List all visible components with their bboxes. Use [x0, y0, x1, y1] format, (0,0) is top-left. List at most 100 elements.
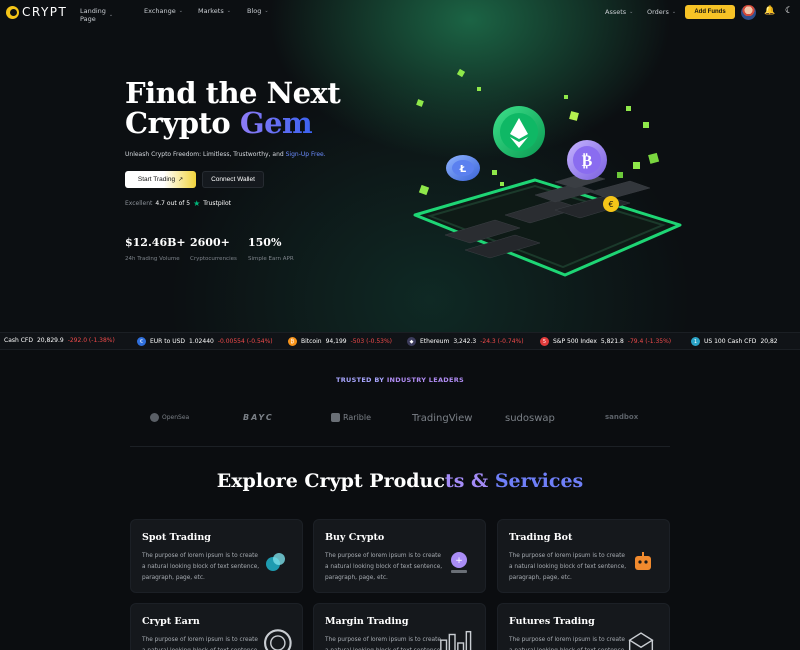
ticker-name: US 100 Cash CFD	[704, 338, 757, 345]
orders-label: Orders	[647, 8, 669, 16]
menu-exchange[interactable]: Exchange ⌄	[144, 7, 183, 15]
ticker-change: -0.00554 (-0.54%)	[217, 338, 273, 345]
menu-markets[interactable]: Markets ⌄	[198, 7, 231, 15]
product-card-futures-trading[interactable]: Futures Trading The purpose of lorem ips…	[497, 603, 670, 650]
brand-logo[interactable]: CRYPT	[6, 5, 67, 19]
trading-bot-icon	[635, 552, 651, 570]
stat-apr: 150% Simple Earn APR	[248, 236, 294, 262]
svg-text:Ł: Ł	[459, 164, 467, 175]
menu-label: Landing Page	[80, 7, 106, 23]
card-title: Spot Trading	[142, 532, 211, 543]
buy-crypto-icon: +	[451, 552, 467, 573]
explore-accent2: Services	[494, 470, 584, 492]
assets-menu[interactable]: Assets ⌄	[605, 8, 633, 16]
stat-value: 150%	[248, 236, 282, 249]
stat-label: Cryptocurrencies	[190, 256, 237, 262]
card-description: The purpose of lorem ipsum is to create …	[509, 637, 626, 650]
ticker-name: EUR to USD	[150, 338, 186, 345]
partner-tradingview[interactable]: TradingView	[412, 413, 472, 424]
stat-label: 24h Trading Volume	[125, 256, 180, 262]
card-title: Trading Bot	[509, 532, 573, 543]
blue-coin-icon: Ł	[446, 155, 480, 181]
ticker-item[interactable]: ◆ Ethereum 3,242.3 -24.3 (-0.74%)	[407, 337, 524, 346]
card-description: The purpose of lorem ipsum is to create …	[325, 637, 442, 650]
signup-link[interactable]: Sign-Up Free.	[286, 151, 326, 158]
ticker-item[interactable]: 1 US 100 Cash CFD 20,82	[691, 337, 778, 346]
chevron-down-icon: ⌄	[671, 9, 677, 15]
trustpilot-rating[interactable]: Excellent 4.7 out of 5 ★ Trustpilot	[125, 199, 231, 208]
euro-dollar-icon: €	[137, 337, 146, 346]
spot-trading-icon	[266, 553, 285, 571]
product-card-margin-trading[interactable]: Margin Trading The purpose of lorem ipsu…	[313, 603, 486, 650]
opensea-icon	[150, 413, 159, 422]
ticker-change: -503 (-0.53%)	[350, 338, 393, 345]
ticker-price: 1.02440	[189, 338, 214, 345]
partner-label: TradingView	[412, 413, 473, 424]
hero-subtitle: Unleash Crypto Freedom: Limitless, Trust…	[125, 151, 326, 158]
hero-title: Find the Next Crypto Gem	[125, 76, 341, 138]
hero-title-line2: Crypto Gem	[125, 108, 340, 138]
ticker-name: Bitcoin	[301, 338, 322, 345]
partner-label: OpenSea	[162, 414, 190, 421]
gold-coin-icon: €	[603, 196, 619, 212]
partner-sudoswap[interactable]: sudoswap	[505, 413, 555, 424]
add-funds-button[interactable]: Add Funds	[685, 5, 735, 19]
us100-icon: 1	[691, 337, 700, 346]
ticker-change: -79.4 (-1.35%)	[627, 338, 672, 345]
connect-wallet-button[interactable]: Connect Wallet	[202, 171, 264, 188]
partner-sandbox[interactable]: sandbox	[605, 413, 638, 421]
product-card-trading-bot[interactable]: Trading Bot The purpose of lorem ipsum i…	[497, 519, 670, 593]
hero-subtitle-text: Unleash Crypto Freedom: Limitless, Trust…	[125, 151, 284, 158]
ticker-item[interactable]: Cash CFD 20,829.9 -292.0 (-1.38%)	[4, 337, 115, 344]
menu-label: Exchange	[144, 7, 176, 15]
explore-ampersand: &	[471, 470, 489, 492]
futures-icon	[628, 632, 654, 650]
ticker-change: -292.0 (-1.38%)	[67, 337, 115, 344]
product-card-spot-trading[interactable]: Spot Trading The purpose of lorem ipsum …	[130, 519, 303, 593]
chevron-down-icon: ⌄	[264, 8, 269, 14]
assets-label: Assets	[605, 8, 627, 16]
bell-icon[interactable]: 🔔	[764, 6, 775, 16]
platform	[413, 172, 682, 277]
stat-label: Simple Earn APR	[248, 256, 294, 262]
trustpilot-brand: Trustpilot	[203, 200, 231, 207]
chevron-down-icon: ⌄	[629, 9, 634, 15]
trusted-heading: TRUSTED BY INDUSTRY LEADERS	[0, 376, 800, 384]
margin-icon	[440, 630, 472, 650]
partner-opensea[interactable]: OpenSea	[150, 413, 189, 422]
moon-icon[interactable]: ☾	[785, 6, 793, 16]
svg-text:+: +	[455, 556, 463, 566]
ticker-item[interactable]: ₿ Bitcoin 94,199 -503 (-0.53%)	[288, 337, 392, 346]
logo-icon	[6, 5, 19, 19]
trust-prefix: Excellent	[125, 200, 153, 207]
ticker-price: 20,829.9	[36, 337, 64, 344]
menu-label: Markets	[198, 7, 224, 15]
hero-title-word: Crypto	[125, 106, 231, 140]
trustpilot-star-icon: ★	[193, 199, 201, 208]
trust-rating: 4.7 out of 5	[155, 200, 191, 207]
card-description: The purpose of lorem ipsum is to create …	[142, 553, 260, 581]
start-trading-button[interactable]: Start Trading ↗	[125, 171, 196, 188]
chevron-down-icon: ⌄	[108, 12, 114, 18]
partner-rarible[interactable]: Rarible	[331, 413, 371, 422]
ticker-item[interactable]: € EUR to USD 1.02440 -0.00554 (-0.54%)	[137, 337, 273, 346]
stat-volume: $12.46B+ 24h Trading Volume	[125, 236, 186, 262]
partner-label: sudoswap	[505, 413, 555, 424]
orders-menu[interactable]: Orders ⌄	[647, 8, 676, 16]
partner-label: BAYC	[243, 413, 274, 422]
product-card-crypt-earn[interactable]: Crypt Earn The purpose of lorem ipsum is…	[130, 603, 303, 650]
partner-bayc[interactable]: BAYC	[243, 413, 274, 422]
hero-title-line1: Find the Next	[125, 76, 341, 110]
stat-value: 2600+	[190, 236, 230, 249]
ticker-price: 5,821.8	[600, 338, 624, 345]
product-card-buy-crypto[interactable]: Buy Crypto The purpose of lorem ipsum is…	[313, 519, 486, 593]
avatar[interactable]	[741, 5, 756, 20]
ticker-item[interactable]: 5 S&P 500 Index 5,821.8 -79.4 (-1.35%)	[540, 337, 671, 346]
explore-text: Explore Crypt Produc	[216, 470, 445, 492]
card-description: The purpose of lorem ipsum is to create …	[142, 637, 259, 650]
menu-blog[interactable]: Blog ⌄	[247, 7, 269, 15]
explore-accent1: ts	[444, 470, 465, 492]
ticker-name: Cash CFD	[4, 337, 33, 344]
menu-landing-page[interactable]: Landing Page ⌄	[80, 7, 113, 23]
ticker-price: 20,82	[760, 338, 778, 345]
